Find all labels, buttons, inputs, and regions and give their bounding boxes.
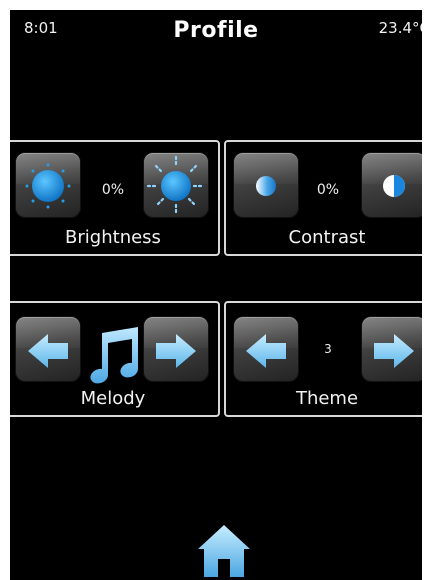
brightness-label: Brightness bbox=[65, 227, 161, 248]
contrast-low-icon bbox=[256, 176, 276, 196]
arrow-right-icon bbox=[156, 334, 196, 368]
arrow-left-icon bbox=[28, 334, 68, 368]
contrast-value: 0% bbox=[316, 182, 340, 198]
brightness-value: 0% bbox=[101, 182, 125, 198]
theme-label: Theme bbox=[295, 388, 359, 409]
melody-prev-button[interactable] bbox=[16, 317, 80, 381]
theme-panel: 3 Theme bbox=[224, 301, 422, 417]
contrast-label: Contrast bbox=[288, 227, 366, 248]
music-note-icon bbox=[90, 327, 138, 384]
arrow-left-icon bbox=[246, 334, 286, 368]
brightness-panel: 0% Brightness bbox=[10, 140, 220, 256]
contrast-up-button[interactable] bbox=[362, 153, 422, 217]
sun-bright-icon bbox=[146, 155, 206, 217]
melody-next-button[interactable] bbox=[144, 317, 208, 381]
brightness-up-button[interactable] bbox=[144, 153, 208, 217]
status-temperature: 23.4°C bbox=[378, 19, 422, 37]
theme-value: 3 bbox=[324, 342, 332, 356]
arrow-right-icon bbox=[374, 334, 414, 368]
contrast-down-button[interactable] bbox=[234, 153, 298, 217]
theme-prev-button[interactable] bbox=[234, 317, 298, 381]
contrast-high-icon bbox=[383, 175, 405, 197]
brightness-down-button[interactable] bbox=[16, 153, 80, 217]
melody-panel: Melody bbox=[10, 301, 220, 417]
home-icon[interactable] bbox=[196, 523, 252, 579]
theme-next-button[interactable] bbox=[362, 317, 422, 381]
melody-label: Melody bbox=[80, 388, 146, 409]
screen: 8:01 Profile 23.4°C 0% bbox=[10, 10, 422, 580]
sun-small-icon bbox=[25, 163, 71, 209]
page-title: Profile bbox=[173, 18, 259, 43]
contrast-panel: 0% Contrast bbox=[224, 140, 422, 256]
